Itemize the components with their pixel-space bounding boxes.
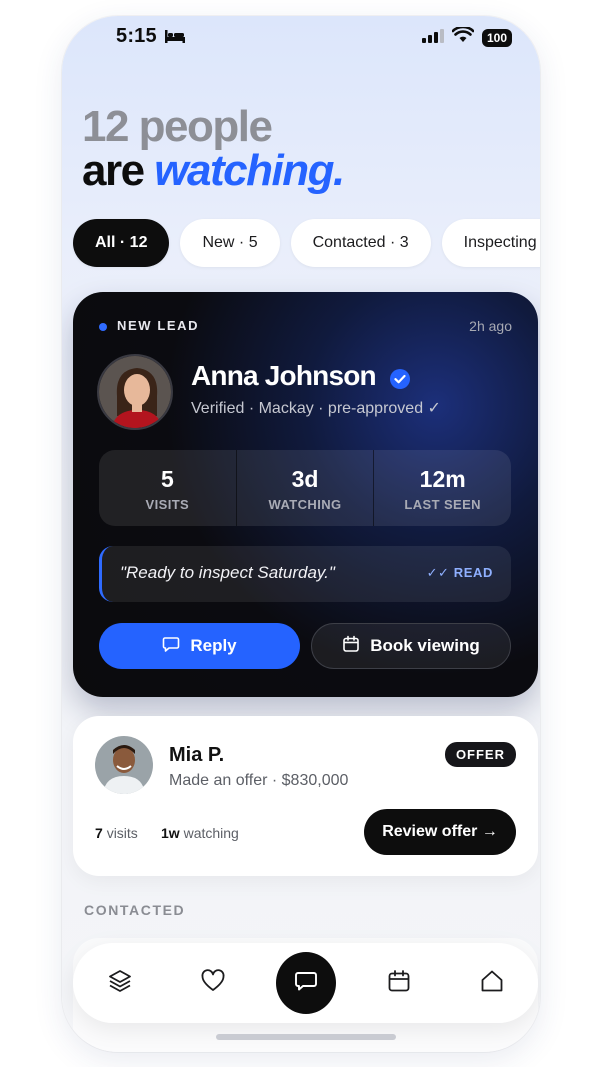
stat-watching-value: 3d xyxy=(291,465,319,492)
lead-message-text: "Ready to inspect Saturday." xyxy=(120,563,335,582)
lead-tag: NEW LEAD xyxy=(117,318,200,333)
stat-last-seen-label: LAST SEEN xyxy=(404,496,481,512)
stat-visits-value: 5 xyxy=(160,465,174,492)
heart-icon xyxy=(200,968,226,999)
verified-badge-icon xyxy=(389,368,411,395)
hero-count: 12 people xyxy=(82,102,273,151)
layers-icon xyxy=(107,968,133,999)
new-lead-dot xyxy=(99,323,107,331)
stat-visits-label: VISITS xyxy=(145,496,190,512)
lead-stats: 5 VISITS 3d WATCHING 12m LAST SEEN xyxy=(99,450,511,526)
chat-bubble-icon xyxy=(162,635,180,658)
lead-message[interactable]: "Ready to inspect Saturday." ✓✓ READ xyxy=(99,546,511,602)
stat-last-seen: 12m LAST SEEN xyxy=(374,450,511,526)
filter-chip-all[interactable]: All · 12 xyxy=(73,219,170,267)
filter-chips: All · 12 New · 5 Contacted · 3 Inspectin… xyxy=(73,219,540,267)
status-time: 5:15 xyxy=(116,25,157,47)
home-indicator[interactable] xyxy=(216,1034,396,1040)
avatar[interactable] xyxy=(97,354,173,430)
battery-icon: 100 xyxy=(481,28,512,47)
tab-listings[interactable] xyxy=(90,953,150,1013)
tab-home[interactable] xyxy=(462,953,522,1013)
lead-name: Anna Johnson xyxy=(191,360,377,391)
calendar-icon xyxy=(342,635,360,658)
tab-favorites[interactable] xyxy=(183,953,243,1013)
home-icon xyxy=(479,968,505,999)
book-viewing-label: Book viewing xyxy=(370,636,480,655)
read-receipt: ✓✓ READ xyxy=(426,565,493,580)
offer-lead-subtitle: Made an offer · $830,000 xyxy=(169,772,349,789)
signal-icon xyxy=(421,28,444,48)
stat-visits: 5 VISITS xyxy=(99,450,237,526)
stat-watching: 3d WATCHING xyxy=(237,450,375,526)
status-indicators: 100 xyxy=(421,25,512,48)
stat-watching-label: WATCHING xyxy=(268,496,342,512)
reply-button[interactable]: Reply xyxy=(99,623,300,669)
stat-last-seen-value: 12m xyxy=(419,465,466,492)
section-heading-contacted: CONTACTED xyxy=(84,902,186,918)
offer-watching: 1w watching xyxy=(161,825,239,841)
offer-watching-label: watching xyxy=(183,825,239,841)
offer-lead-name: Mia P. xyxy=(169,744,225,766)
filter-chip-contacted[interactable]: Contacted · 3 xyxy=(290,219,431,267)
offer-visits: 7 visits xyxy=(95,825,138,841)
filter-chip-inspecting[interactable]: Inspecting · xyxy=(441,219,540,267)
calendar-icon xyxy=(387,969,411,998)
status-bar: 5:15 100 xyxy=(62,16,540,62)
avatar[interactable] xyxy=(95,736,153,794)
tab-calendar[interactable] xyxy=(369,953,429,1013)
lead-time-ago: 2h ago xyxy=(469,318,512,334)
bed-icon xyxy=(164,28,186,49)
hero-title-accent: watching. xyxy=(154,146,345,195)
lead-subtitle: Verified · Mackay · pre-approved ✓ xyxy=(191,400,441,417)
filter-chip-new[interactable]: New · 5 xyxy=(180,219,280,267)
status-badge: OFFER xyxy=(444,742,516,767)
book-viewing-button[interactable]: Book viewing xyxy=(311,623,511,669)
new-lead-card[interactable]: NEW LEAD 2h ago Anna Johnson Verified · … xyxy=(73,292,538,697)
offer-watching-count: 1w xyxy=(161,825,180,841)
hero-title-plain: are xyxy=(82,146,155,195)
offer-lead-card[interactable]: Mia P. Made an offer · $830,000 OFFER 7 … xyxy=(73,716,538,876)
wifi-icon xyxy=(451,25,475,48)
messages-button[interactable] xyxy=(275,952,336,1014)
bottom-tab-bar xyxy=(73,943,538,1023)
reply-button-label: Reply xyxy=(190,636,237,655)
review-offer-button[interactable]: Review offer → xyxy=(364,809,516,855)
phone-screen: 5:15 100 12 people are watching. All · 1… xyxy=(62,16,540,1052)
offer-visits-count: 7 xyxy=(95,825,103,841)
offer-visits-label: visits xyxy=(106,825,138,841)
tab-messages[interactable] xyxy=(275,952,336,1014)
chat-icon xyxy=(294,969,318,998)
hero-title: are watching. xyxy=(82,146,345,196)
